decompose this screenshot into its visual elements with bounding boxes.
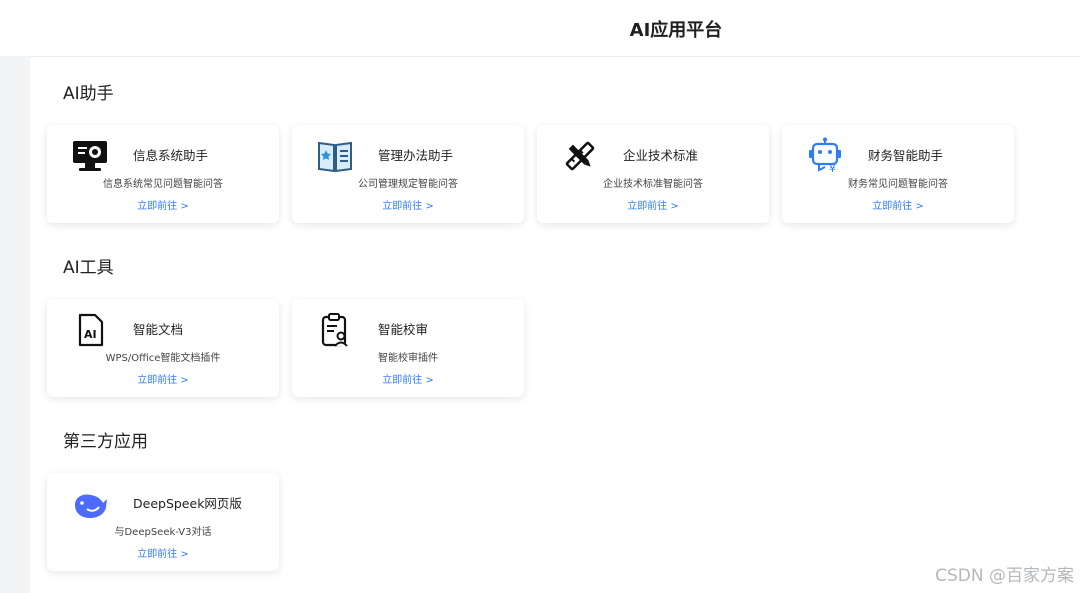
ai-document-icon: AI xyxy=(71,311,109,349)
go-now-link[interactable]: 立即前往 > xyxy=(292,197,524,212)
go-now-link[interactable]: 立即前往 > xyxy=(292,371,524,386)
card-description: WPS/Office智能文档插件 xyxy=(105,353,221,364)
card-description: 公司管理规定智能问答 xyxy=(358,179,458,190)
go-now-link[interactable]: 立即前往 > xyxy=(47,545,279,560)
watermark: CSDN @百家方案 xyxy=(935,566,1074,586)
card-management-policy-assistant[interactable]: 管理办法助手 公司管理规定智能问答 立即前往 > xyxy=(292,125,524,223)
card-name: 管理办法助手 xyxy=(378,148,454,163)
card-name: 财务智能助手 xyxy=(868,148,944,163)
go-now-link[interactable]: 立即前往 > xyxy=(47,371,279,386)
card-description: 智能校审插件 xyxy=(378,353,438,364)
svg-text:AI: AI xyxy=(84,328,97,341)
card-description: 与DeepSeek-V3对话 xyxy=(114,527,212,538)
book-icon xyxy=(316,137,354,175)
card-description: 企业技术标准智能问答 xyxy=(603,179,703,190)
card-name: 智能校审 xyxy=(378,322,429,337)
card-description: 财务常见问题智能问答 xyxy=(848,179,948,190)
card-smart-review[interactable]: 智能校审 智能校审插件 立即前往 > xyxy=(292,299,524,397)
card-name: 智能文档 xyxy=(133,322,184,337)
card-name: 企业技术标准 xyxy=(623,148,699,163)
section-title-ai-tools: AI工具 xyxy=(63,258,114,278)
go-now-link[interactable]: 立即前往 > xyxy=(782,197,1014,212)
go-now-link[interactable]: 立即前往 > xyxy=(537,197,769,212)
robot-yen-icon: ¥ xyxy=(806,137,844,175)
top-bar: AI应用平台 xyxy=(0,0,1080,56)
card-name: DeepSpeek网页版 xyxy=(133,496,242,511)
section-title-third-party: 第三方应用 xyxy=(63,432,148,452)
section-title-ai-assistant: AI助手 xyxy=(63,84,114,104)
card-name: 信息系统助手 xyxy=(133,148,209,163)
go-now-link[interactable]: 立即前往 > xyxy=(47,197,279,212)
card-description: 信息系统常见问题智能问答 xyxy=(103,179,223,190)
card-enterprise-tech-standard[interactable]: 企业技术标准 企业技术标准智能问答 立即前往 > xyxy=(537,125,769,223)
monitor-gear-icon xyxy=(71,137,109,175)
svg-text:¥: ¥ xyxy=(829,162,836,175)
card-finance-assistant[interactable]: ¥ 财务智能助手 财务常见问题智能问答 立即前往 > xyxy=(782,125,1014,223)
card-smart-document[interactable]: AI 智能文档 WPS/Office智能文档插件 立即前往 > xyxy=(47,299,279,397)
whale-icon xyxy=(71,485,109,523)
clipboard-user-icon xyxy=(316,311,354,349)
ruler-pencil-icon xyxy=(561,137,599,175)
card-info-system-assistant[interactable]: 信息系统助手 信息系统常见问题智能问答 立即前往 > xyxy=(47,125,279,223)
card-deepspeek-web[interactable]: DeepSpeek网页版 与DeepSeek-V3对话 立即前往 > xyxy=(47,473,279,571)
page-title: AI应用平台 xyxy=(629,20,723,41)
main-panel: AI助手 信息系统助手 信息系统常见问题智能问答 立即前往 > 管理办法助手 公… xyxy=(30,56,1080,593)
